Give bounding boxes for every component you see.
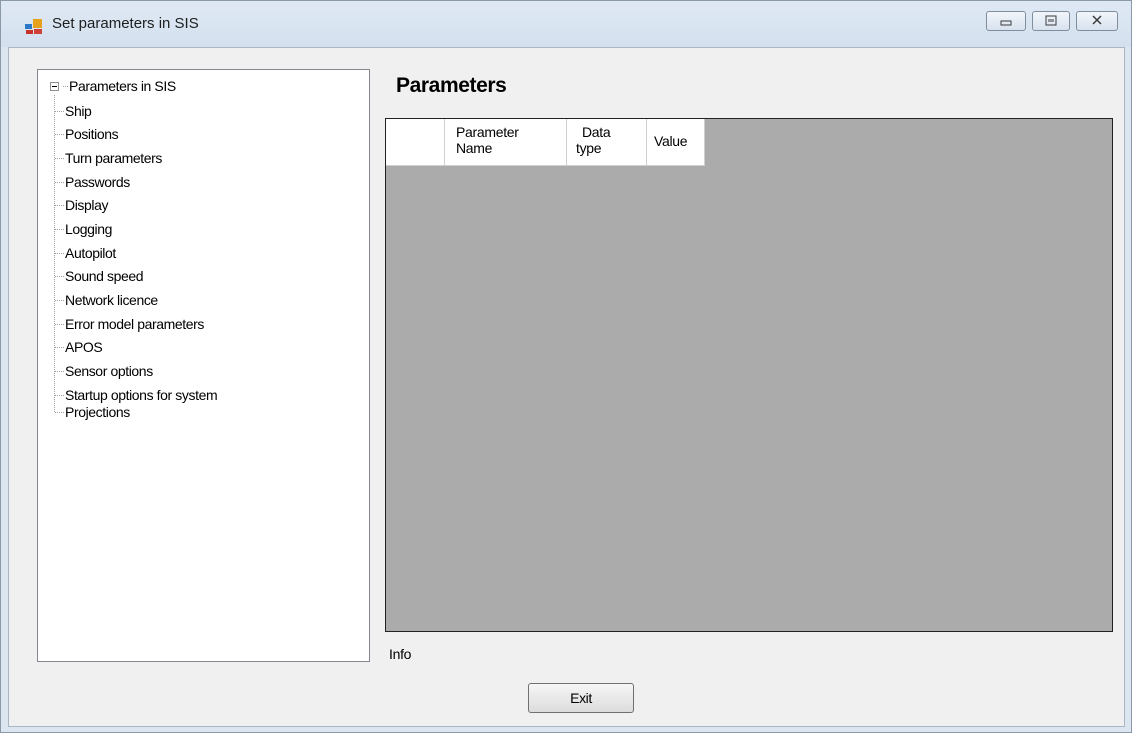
grid-row-header-corner bbox=[386, 119, 445, 166]
tree-item-ship[interactable]: Ship bbox=[65, 102, 92, 120]
tree-item-display[interactable]: Display bbox=[65, 196, 109, 214]
grid-column-label-line1: Value bbox=[654, 133, 688, 149]
close-button[interactable] bbox=[1076, 11, 1118, 31]
title-bar[interactable]: Set parameters in SIS bbox=[1, 1, 1131, 47]
parameters-grid[interactable]: Parameter Name Data type Value bbox=[385, 118, 1113, 632]
grid-column-label-line1: Parameter bbox=[456, 124, 519, 140]
window-title: Set parameters in SIS bbox=[52, 15, 199, 32]
tree-item-apos[interactable]: APOS bbox=[65, 338, 103, 356]
tree-item-projections[interactable]: Projections bbox=[65, 403, 130, 421]
tree-item-turn-parameters[interactable]: Turn parameters bbox=[65, 149, 162, 167]
tree-item-logging[interactable]: Logging bbox=[65, 220, 112, 238]
grid-column-label-line1: Data bbox=[582, 124, 611, 140]
tree-root[interactable]: Parameters in SIS bbox=[63, 77, 176, 95]
tree-item-autopilot[interactable]: Autopilot bbox=[65, 244, 116, 262]
grid-column-parameter-name[interactable]: Parameter Name bbox=[445, 119, 567, 166]
maximize-icon bbox=[1045, 15, 1057, 26]
page-title: Parameters bbox=[396, 74, 507, 97]
app-window: Set parameters in SIS Parameters in SIS bbox=[0, 0, 1132, 733]
minimize-icon bbox=[1000, 20, 1012, 26]
tree-root-label: Parameters in SIS bbox=[69, 78, 176, 94]
tree-item-positions[interactable]: Positions bbox=[65, 125, 119, 143]
info-label: Info bbox=[389, 646, 412, 662]
grid-column-label-line2: type bbox=[576, 140, 602, 156]
maximize-button[interactable] bbox=[1032, 11, 1070, 31]
tree-item-network-licence[interactable]: Network licence bbox=[65, 291, 158, 309]
grid-column-value[interactable]: Value bbox=[647, 119, 705, 166]
parameters-tree[interactable]: Parameters in SIS Ship Positions Turn pa… bbox=[37, 69, 370, 662]
app-window-icon bbox=[25, 19, 42, 34]
minimize-button[interactable] bbox=[986, 11, 1026, 31]
tree-item-sound-speed[interactable]: Sound speed bbox=[65, 267, 144, 285]
tree-item-passwords[interactable]: Passwords bbox=[65, 173, 130, 191]
tree-item-sensor-options[interactable]: Sensor options bbox=[65, 362, 153, 380]
exit-button[interactable]: Exit bbox=[528, 683, 634, 713]
tree-collapse-icon[interactable] bbox=[50, 82, 59, 91]
grid-column-label-line2: Name bbox=[456, 140, 493, 156]
tree-item-error-model-parameters[interactable]: Error model parameters bbox=[65, 315, 204, 333]
grid-column-data-type[interactable]: Data type bbox=[567, 119, 647, 166]
tree-item-startup-options[interactable]: Startup options for system bbox=[65, 386, 218, 404]
close-icon bbox=[1092, 15, 1102, 25]
client-area: Parameters in SIS Ship Positions Turn pa… bbox=[8, 47, 1125, 727]
